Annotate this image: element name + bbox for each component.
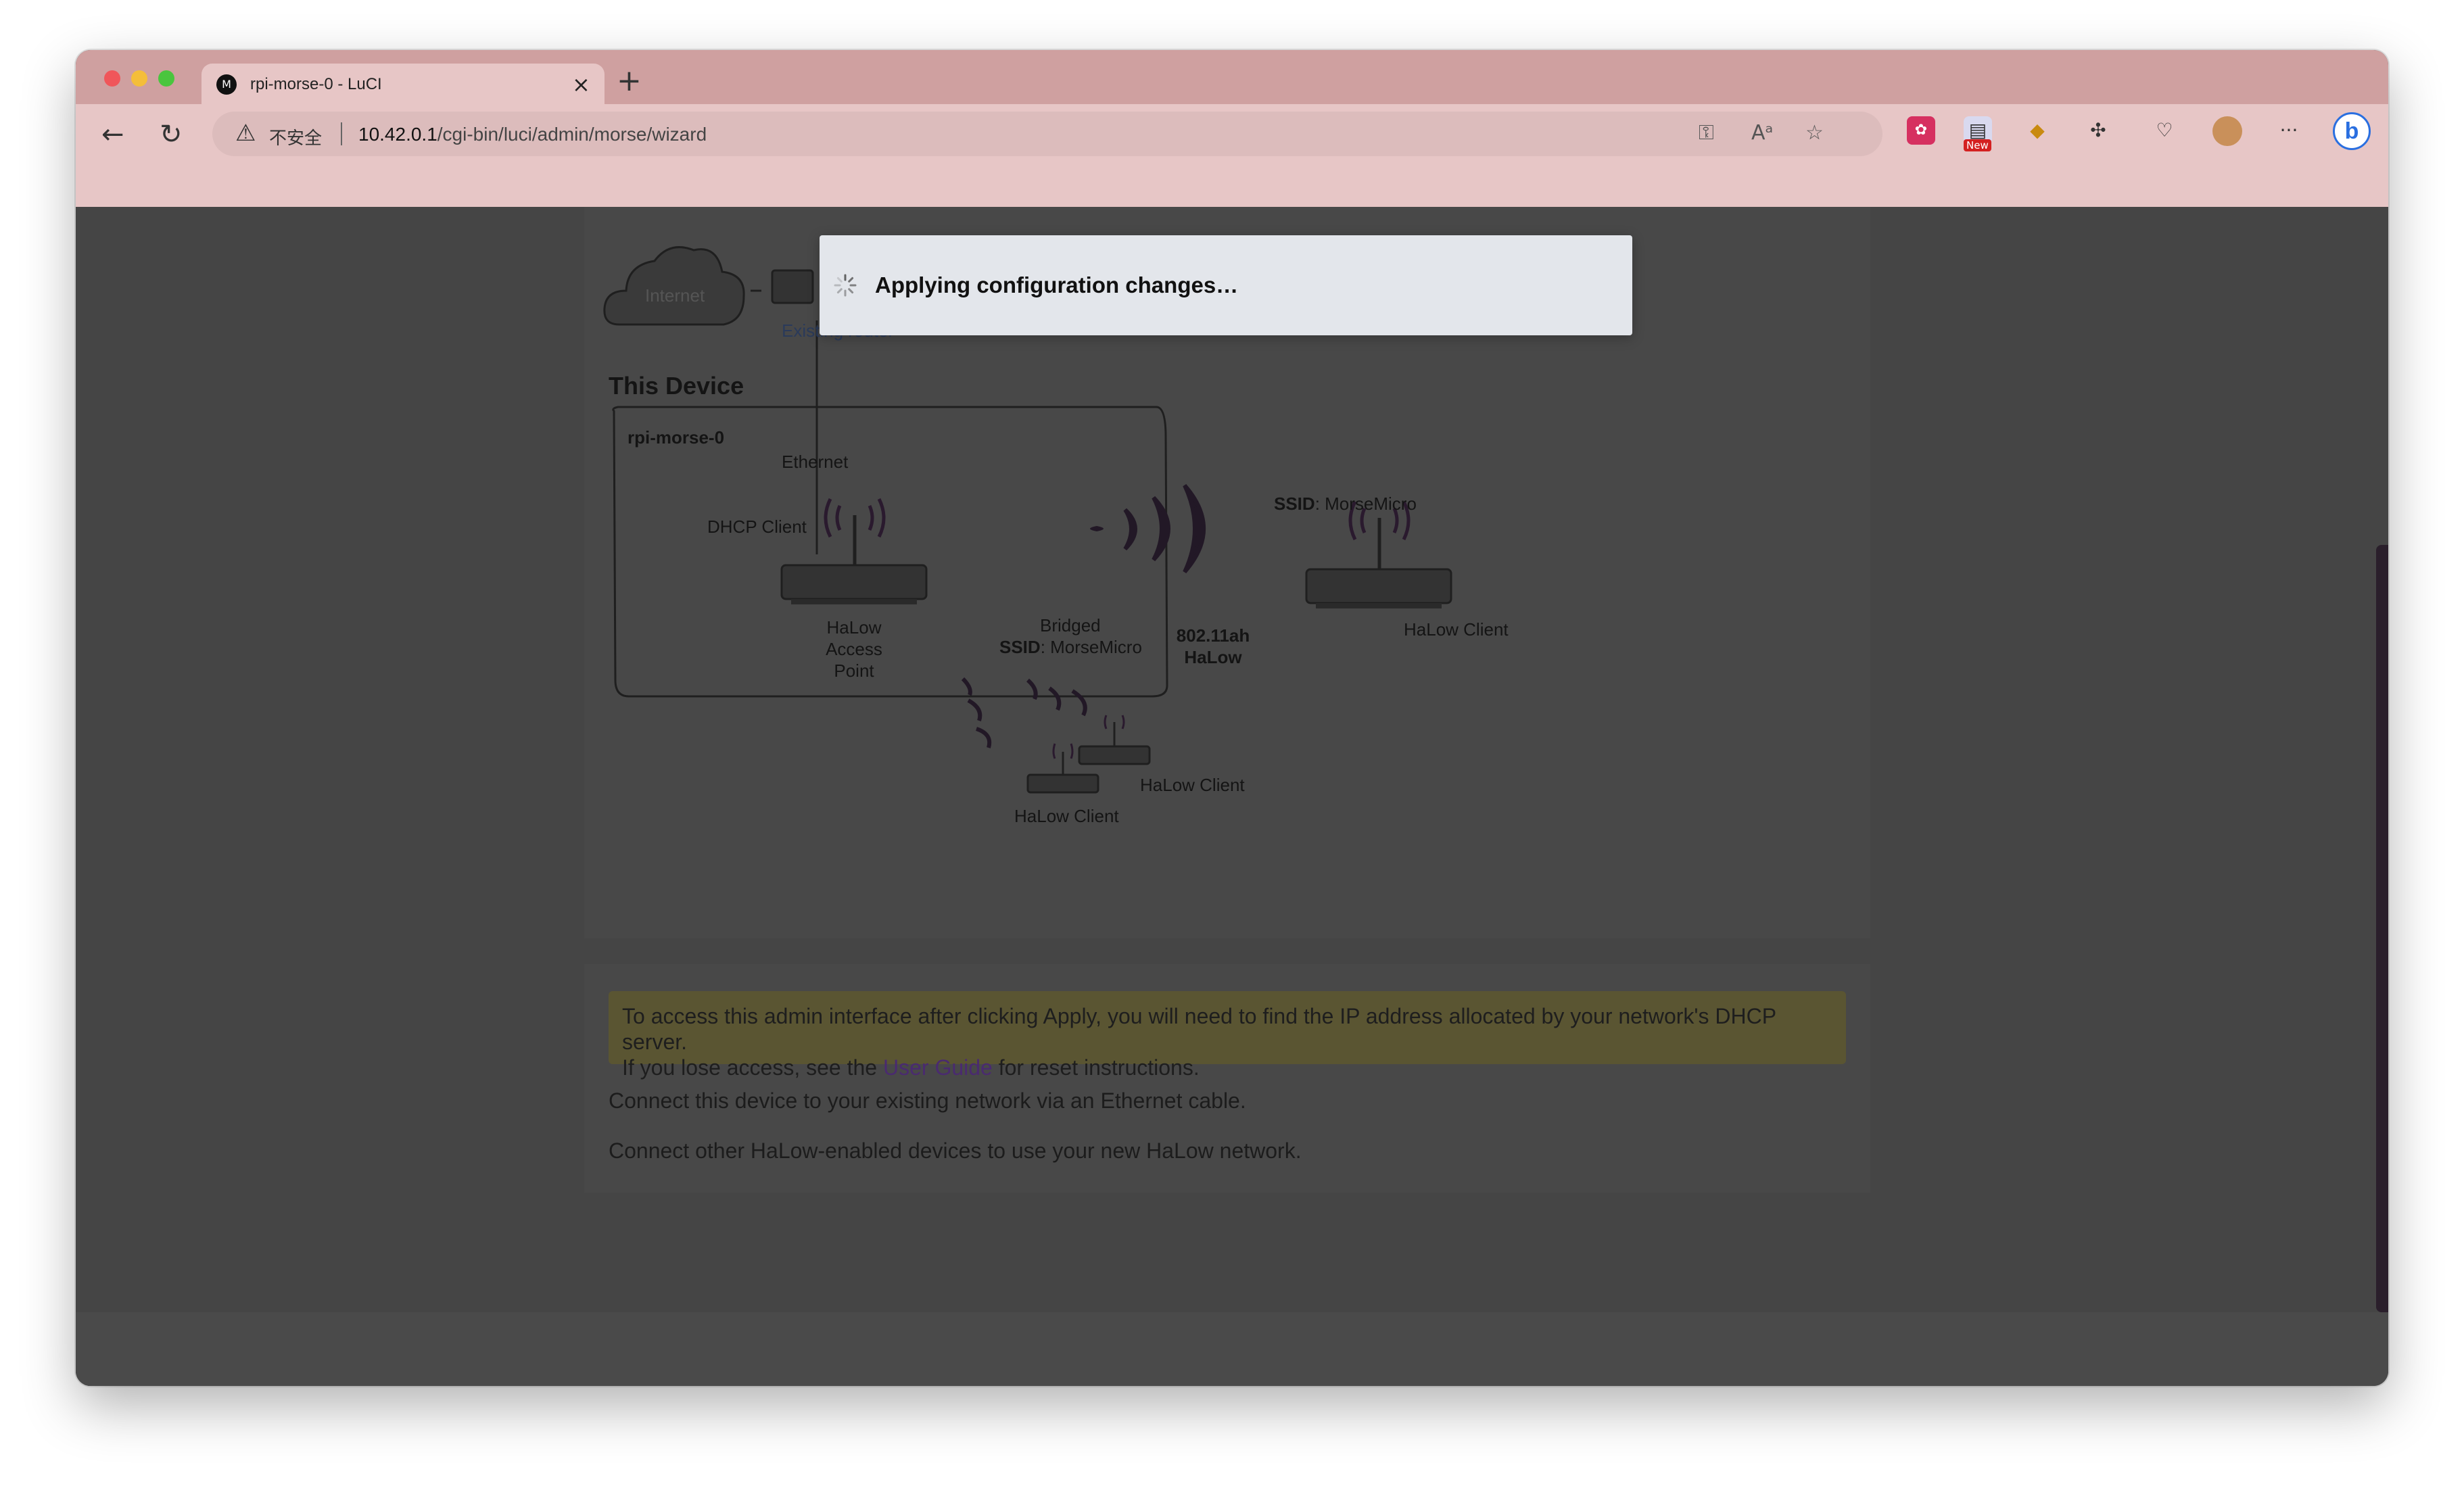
existing-router-shape: [771, 269, 814, 304]
lower-signal-waves: [961, 677, 1087, 748]
remote-ssid-label: SSID: MorseMicro: [1274, 494, 1417, 514]
halow-instruction: Connect other HaLow-enabled devices to u…: [609, 1139, 1302, 1163]
page-content: Internet Existing router This Device rpi…: [76, 207, 2388, 1386]
halow-client-right-label: HaLow Client: [1404, 619, 1509, 640]
page-body: Internet Existing router This Device rpi…: [76, 207, 2388, 1312]
page-scrollbar[interactable]: [2376, 545, 2388, 1312]
new-badge: New: [1964, 139, 1991, 151]
remote-ssid-key: SSID: [1274, 494, 1315, 514]
applying-changes-dialog: Applying configuration changes…: [820, 235, 1632, 335]
browser-window: M rpi-morse-0 - LuCI × + ← ↻ ⚠ 不安全 10.42…: [76, 50, 2388, 1386]
access-point-line1: HaLow: [826, 617, 882, 638]
key-icon[interactable]: ⚿: [1699, 121, 1714, 145]
back-arrow-icon[interactable]: ←: [101, 119, 124, 150]
ap-ssid-value: : MorseMicro: [1040, 637, 1142, 657]
halow-client-mid-label: HaLow Client: [1140, 775, 1245, 795]
url-path: /cgi-bin/luci/admin/morse/wizard: [437, 124, 707, 145]
halow-client-device-mid: [1078, 715, 1151, 765]
dialog-message: Applying configuration changes…: [875, 272, 1239, 297]
warning-line2-after: for reset instructions.: [992, 1055, 1200, 1080]
ethernet-label: Ethernet: [782, 452, 849, 472]
profile-avatar[interactable]: [2212, 116, 2242, 146]
access-point-line3: Point: [834, 661, 874, 681]
band-label: 802.11ah HaLow: [1166, 625, 1260, 668]
address-divider: [341, 122, 342, 145]
access-point-label: HaLow Access Point: [817, 617, 891, 681]
tab-close-icon[interactable]: ×: [572, 72, 590, 97]
browser-essentials-heart-icon[interactable]: ♡: [2150, 116, 2179, 145]
hostname-label: rpi-morse-0: [627, 427, 725, 448]
instructions-card: To access this admin interface after cli…: [584, 964, 1870, 1193]
loading-spinner-icon: [834, 274, 857, 297]
browser-toolbar: ← ↻ ⚠ 不安全 10.42.0.1/cgi-bin/luci/admin/m…: [76, 104, 2388, 207]
new-tab-button[interactable]: +: [617, 64, 642, 98]
close-window-button[interactable]: [104, 70, 120, 87]
favorite-star-icon[interactable]: ☆: [1805, 121, 1824, 145]
band-line2: HaLow: [1184, 647, 1242, 667]
ethernet-instruction: Connect this device to your existing net…: [609, 1088, 1246, 1113]
halow-access-point-device: [780, 498, 928, 604]
address-bar[interactable]: ⚠ 不安全 10.42.0.1/cgi-bin/luci/admin/morse…: [212, 112, 1882, 156]
dhcp-warning-box: To access this admin interface after cli…: [609, 991, 1846, 1080]
internet-label: Internet: [645, 285, 705, 306]
morse-favicon-icon: M: [216, 74, 237, 95]
url-host: 10.42.0.1: [358, 124, 437, 145]
warning-line2-before: If you lose access, see the: [622, 1055, 883, 1080]
warning-line1: To access this admin interface after cli…: [622, 1004, 1776, 1054]
halow-client-bottom-label: HaLow Client: [1014, 806, 1119, 826]
dhcp-client-label: DHCP Client: [707, 517, 807, 537]
extension-new-icon[interactable]: ▤ New: [1964, 116, 1992, 151]
warning-text: To access this admin interface after cli…: [622, 1003, 1839, 1080]
extensions-puzzle-icon[interactable]: ✣: [2084, 116, 2112, 145]
halow-client-device-right: [1305, 500, 1452, 608]
read-aloud-icon[interactable]: Aᵃ: [1751, 121, 1773, 145]
access-point-line2: Access: [826, 639, 882, 659]
ap-ssid-key: SSID: [999, 637, 1041, 657]
extension-red-icon[interactable]: ✿: [1907, 116, 1935, 145]
security-status-label[interactable]: 不安全: [269, 124, 322, 149]
bing-copilot-icon[interactable]: b: [2333, 112, 2371, 150]
browser-tab[interactable]: M rpi-morse-0 - LuCI ×: [202, 64, 605, 105]
maximize-window-button[interactable]: [158, 70, 174, 87]
page-footer-area: [76, 1312, 2388, 1386]
bridged-label: Bridged: [1040, 615, 1101, 636]
title-bar: M rpi-morse-0 - LuCI × +: [76, 50, 2388, 105]
halow-signal-waves: [1090, 484, 1206, 573]
minimize-window-button[interactable]: [131, 70, 147, 87]
remote-ssid-value: : MorseMicro: [1314, 494, 1417, 514]
band-line1: 802.11ah: [1176, 625, 1250, 646]
more-menu-icon[interactable]: ···: [2275, 116, 2303, 145]
extension-yellow-icon[interactable]: ◆: [2023, 116, 2052, 145]
warning-icon: ⚠: [235, 120, 256, 147]
tab-title: rpi-morse-0 - LuCI: [250, 75, 382, 93]
ap-ssid-label: SSID: MorseMicro: [999, 637, 1142, 658]
url-text[interactable]: 10.42.0.1/cgi-bin/luci/admin/morse/wizar…: [358, 124, 707, 145]
reload-icon[interactable]: ↻: [160, 119, 183, 150]
this-device-heading: This Device: [609, 372, 744, 400]
user-guide-link[interactable]: User Guide: [883, 1055, 993, 1080]
